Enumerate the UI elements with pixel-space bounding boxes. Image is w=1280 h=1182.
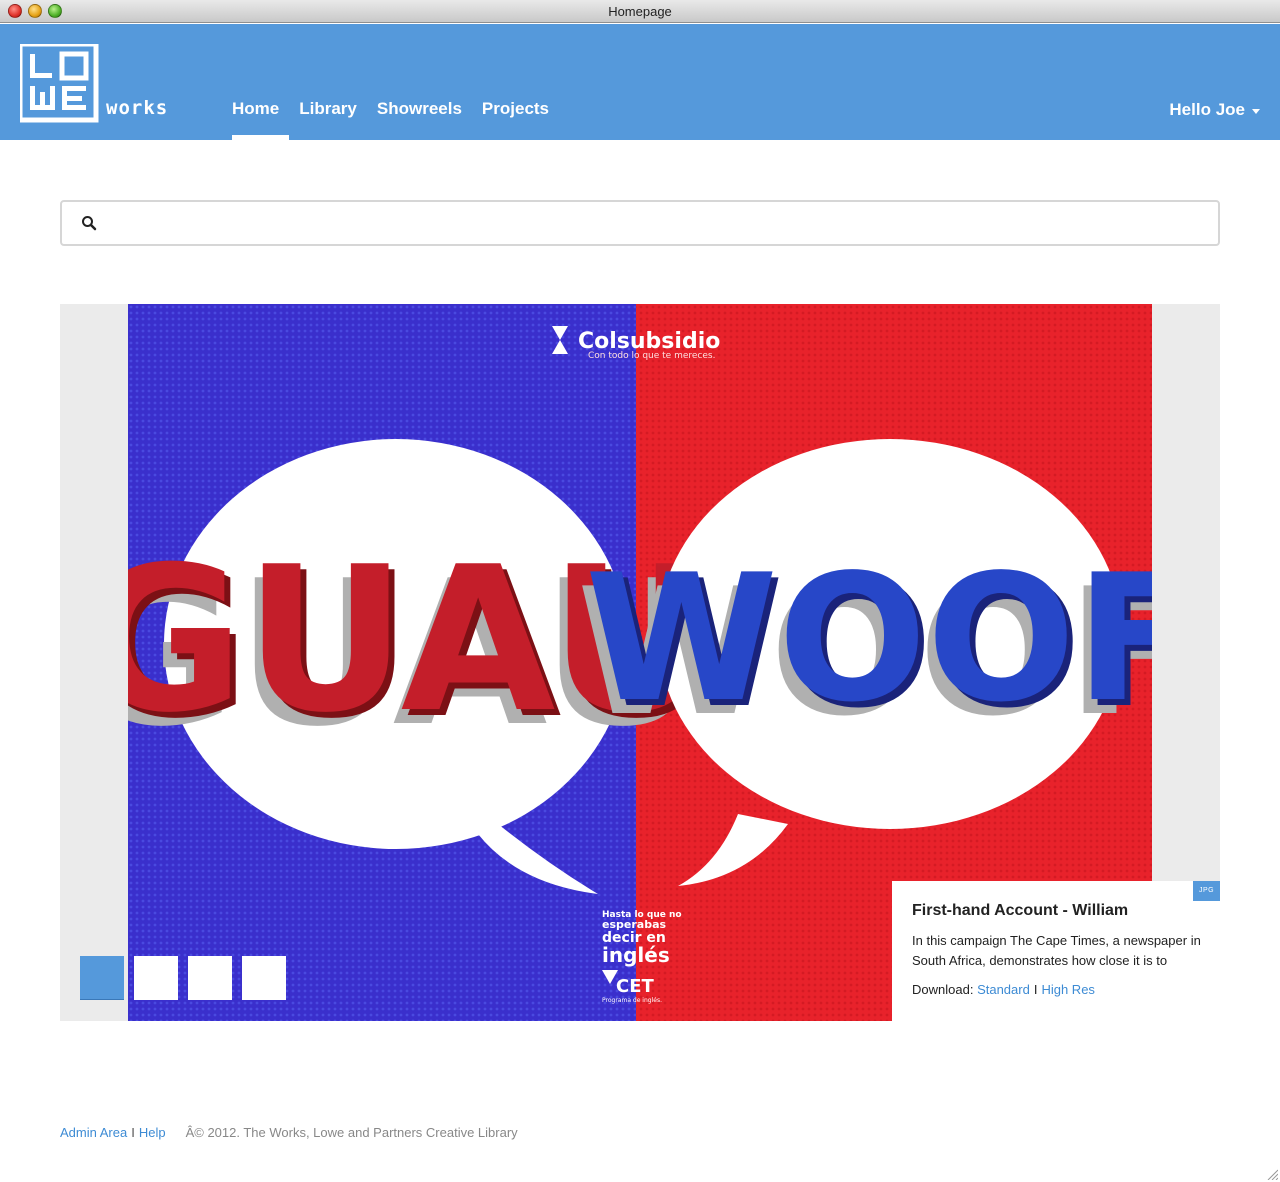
lowe-works-logo[interactable]: works bbox=[20, 44, 210, 124]
window-title: Homepage bbox=[608, 4, 672, 19]
slide-caption-panel: JPG First-hand Account - William In this… bbox=[892, 881, 1220, 1021]
user-menu-label: Hello Joe bbox=[1169, 100, 1245, 119]
carousel-thumb-3[interactable] bbox=[188, 956, 232, 1000]
svg-text:CET: CET bbox=[616, 976, 655, 997]
download-label: Download: bbox=[912, 982, 974, 997]
svg-text:works: works bbox=[106, 97, 168, 119]
carousel-thumbnails bbox=[80, 956, 286, 1000]
chevron-down-icon bbox=[1252, 109, 1260, 114]
nav-item-library[interactable]: Library bbox=[289, 24, 367, 140]
svg-text:Con todo lo que te mereces.: Con todo lo que te mereces. bbox=[588, 351, 715, 361]
svg-text:Programa de inglés.: Programa de inglés. bbox=[602, 997, 662, 1004]
site-header: works Home Library Showreels Projects He… bbox=[0, 24, 1280, 140]
featured-carousel: Colsubsidio Con todo lo que te mereces. … bbox=[60, 304, 1220, 1021]
search-icon bbox=[82, 216, 97, 231]
caption-description: In this campaign The Cape Times, a newsp… bbox=[912, 933, 1201, 968]
window-titlebar: Homepage bbox=[0, 0, 1280, 23]
help-link[interactable]: Help bbox=[139, 1125, 166, 1140]
nav-item-showreels[interactable]: Showreels bbox=[367, 24, 472, 140]
site-footer: Admin Area I Help Â© 2012. The Works, Lo… bbox=[60, 1125, 518, 1140]
caption-title[interactable]: First-hand Account - William bbox=[912, 902, 1128, 920]
svg-text:inglés: inglés bbox=[602, 943, 670, 967]
nav-item-home[interactable]: Home bbox=[222, 24, 290, 140]
download-highres-link[interactable]: High Res bbox=[1041, 982, 1094, 997]
search-bar bbox=[60, 200, 1220, 246]
main-nav: Home Library Showreels Projects bbox=[222, 24, 559, 140]
svg-text:WOOF: WOOF bbox=[585, 538, 1152, 741]
carousel-thumb-2[interactable] bbox=[134, 956, 178, 1000]
file-type-badge: JPG bbox=[1193, 881, 1220, 901]
download-standard-link[interactable]: Standard bbox=[977, 982, 1030, 997]
footer-separator: I bbox=[131, 1125, 135, 1140]
user-menu[interactable]: Hello Joe bbox=[1169, 100, 1260, 120]
copyright-text: Â© 2012. The Works, Lowe and Partners Cr… bbox=[185, 1125, 518, 1140]
carousel-thumb-4[interactable] bbox=[242, 956, 286, 1000]
carousel-thumb-1[interactable] bbox=[80, 956, 124, 1000]
search-input[interactable] bbox=[110, 208, 1210, 238]
admin-area-link[interactable]: Admin Area bbox=[60, 1125, 127, 1140]
download-separator: I bbox=[1033, 982, 1038, 997]
nav-item-projects[interactable]: Projects bbox=[472, 24, 559, 140]
resize-grip-icon[interactable] bbox=[1266, 1168, 1278, 1180]
caption-download-row: Download: Standard I High Res bbox=[912, 982, 1095, 997]
